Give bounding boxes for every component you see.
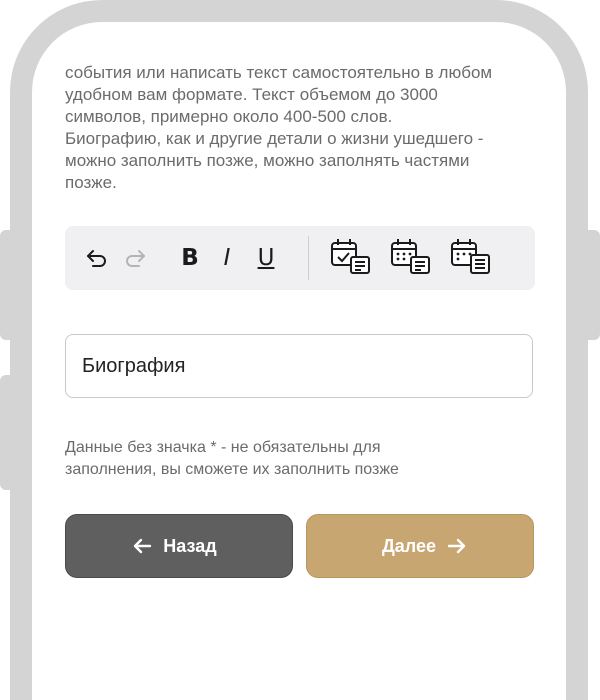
back-button[interactable]: Назад	[65, 514, 293, 578]
toolbar-divider	[308, 236, 309, 280]
undo-icon[interactable]	[81, 242, 113, 274]
description-line: Биографию, как и другие детали о жизни у…	[65, 129, 484, 148]
description-line: события или написать текст самостоятельн…	[65, 63, 493, 82]
bold-button[interactable]: B	[174, 242, 206, 274]
italic-button[interactable]: I	[211, 242, 243, 274]
redo-icon[interactable]	[119, 242, 151, 274]
note-line: Данные без значка * - не обязательны для	[65, 439, 381, 456]
note-line: заполнения, вы сможете их заполнить позж…	[65, 461, 399, 478]
back-button-label: Назад	[163, 535, 217, 556]
underline-button[interactable]: U	[250, 242, 282, 274]
calendar-list-icon[interactable]	[389, 237, 433, 277]
calendar-check-list-icon[interactable]	[329, 237, 373, 277]
phone-side-button	[588, 230, 600, 340]
next-button[interactable]: Далее	[306, 514, 534, 578]
description-line: удобном вам формате. Текст объемом до 30…	[65, 85, 438, 104]
next-button-label: Далее	[381, 535, 437, 556]
optional-fields-note: Данные без значка * - не обязательны для…	[65, 437, 545, 481]
screen-content: события или написать текст самостоятельн…	[32, 0, 568, 608]
biography-field[interactable]: Биография	[65, 334, 533, 398]
description-line: можно заполнить позже, можно заполнять ч…	[65, 151, 470, 170]
editor-toolbar: B I U	[65, 226, 535, 290]
arrow-left-icon	[134, 538, 152, 554]
phone-side-button	[0, 230, 12, 340]
description-line: позже.	[65, 173, 117, 192]
arrow-right-icon	[447, 538, 466, 554]
description-line: символов, примерно около 400-500 слов.	[65, 107, 393, 126]
description-text: события или написать текст самостоятельн…	[65, 62, 545, 194]
phone-side-button	[0, 375, 12, 490]
calendar-notes-icon[interactable]	[449, 237, 493, 277]
